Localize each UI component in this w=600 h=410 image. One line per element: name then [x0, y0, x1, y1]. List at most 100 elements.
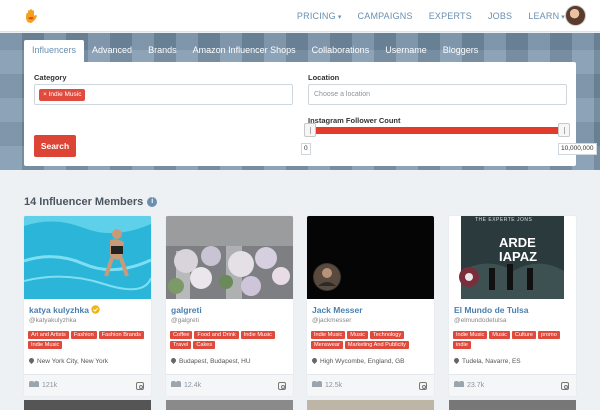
tab-collaborations[interactable]: Collaborations	[304, 40, 378, 62]
results-title: 14 Influencer Members i	[24, 196, 158, 208]
instagram-icon[interactable]	[561, 382, 569, 390]
influencer-handle: @jackmesser	[312, 317, 352, 324]
avatar[interactable]	[565, 5, 586, 26]
tab-bloggers[interactable]: Bloggers	[435, 40, 487, 62]
follower-count: 23.7k	[454, 381, 484, 389]
map-pin-icon	[169, 356, 178, 365]
follower-min-value[interactable]: 0	[301, 143, 311, 155]
tag[interactable]: Art and Artists	[28, 331, 69, 339]
influencer-card[interactable]: Jack Messer @jackmesser Indie Music Musi…	[307, 216, 434, 396]
tag[interactable]: promo	[537, 331, 560, 339]
follower-slider-max-handle[interactable]	[558, 123, 570, 137]
nav-links: PRICING ▾ CAMPAIGNS EXPERTS JOBS LEARN ▾	[281, 0, 565, 32]
tag-list: Indie Music Music Culture promo indie	[453, 331, 573, 351]
profile-photo: THE EXPERTE JONS ARDE IAPAZ	[449, 216, 576, 299]
users-icon	[312, 381, 322, 387]
location: High Wycombe, England, GB	[310, 356, 404, 365]
follower-slider-min-handle[interactable]	[304, 123, 316, 137]
nav-experts[interactable]: EXPERTS	[429, 11, 472, 21]
nav-pricing[interactable]: PRICING ▾	[297, 11, 342, 21]
next-card-preview	[307, 400, 434, 410]
next-card-preview	[24, 400, 151, 410]
follower-slider-track[interactable]	[310, 127, 558, 134]
tab-amazon-influencer-shops[interactable]: Amazon Influencer Shops	[185, 40, 304, 62]
tag[interactable]: Indie Music	[453, 331, 488, 339]
category-label: Category	[34, 73, 67, 82]
tag[interactable]: Fashion Brands	[98, 331, 144, 339]
tab-influencers[interactable]: Influencers	[24, 40, 85, 62]
tag[interactable]: Marketing And Publicity	[344, 341, 409, 349]
category-chip[interactable]: × Indie Music	[39, 89, 86, 101]
card-footer: 12.4k	[166, 374, 293, 396]
location: Tudela, Navarre, ES	[452, 356, 521, 365]
nav-jobs[interactable]: JOBS	[488, 11, 512, 21]
map-pin-icon	[310, 356, 319, 365]
next-card-preview	[449, 400, 576, 410]
tag[interactable]: Travel	[170, 341, 192, 349]
users-icon	[171, 381, 181, 387]
tag[interactable]: Indie Music	[28, 341, 63, 349]
verified-badge-icon	[91, 305, 101, 314]
profile-photo	[166, 216, 293, 299]
map-pin-icon	[27, 356, 36, 365]
influencer-handle: @galgreti	[171, 317, 199, 324]
instagram-icon[interactable]	[278, 382, 286, 390]
tag[interactable]: Cakes	[193, 341, 216, 349]
nav-campaigns[interactable]: CAMPAIGNS	[358, 11, 413, 21]
location: Budapest, Budapest, HU	[169, 356, 251, 365]
card-footer: 23.7k	[449, 374, 576, 396]
search-button[interactable]: Search	[34, 135, 76, 157]
top-navbar: PRICING ▾ CAMPAIGNS EXPERTS JOBS LEARN ▾	[0, 0, 600, 32]
category-input[interactable]: × Indie Music	[34, 84, 293, 105]
tag[interactable]: Music	[489, 331, 510, 339]
users-icon	[29, 381, 39, 387]
card-footer: 12.5k	[307, 374, 434, 396]
next-card-preview	[166, 400, 293, 410]
tag[interactable]: Indie Music	[240, 331, 275, 339]
influencer-card[interactable]: katya kulyzhka @katyakulyzhka Art and Ar…	[24, 216, 151, 396]
follower-max-value[interactable]: 10,000,000	[558, 143, 597, 155]
influencer-name[interactable]: El Mundo de Tulsa	[454, 305, 528, 315]
map-pin-icon	[452, 356, 461, 365]
tag-list: Art and Artists Fashion Fashion Brands I…	[28, 331, 148, 351]
tag[interactable]: Fashion	[70, 331, 97, 339]
influencer-card[interactable]: THE EXPERTE JONS ARDE IAPAZ El Mundo de …	[449, 216, 576, 396]
info-icon[interactable]: i	[147, 197, 158, 207]
influencer-name[interactable]: galgreti	[171, 305, 202, 315]
tab-brands[interactable]: Brands	[140, 40, 185, 62]
album-title-line1: ARDE	[499, 235, 536, 250]
profile-photo	[307, 216, 434, 299]
influencer-name[interactable]: katya kulyzhka	[29, 305, 101, 315]
results-count-label: 14 Influencer Members	[24, 196, 144, 208]
tag[interactable]: Food and Drink	[194, 331, 239, 339]
tag[interactable]: Music	[347, 331, 368, 339]
follower-count: 12.4k	[171, 381, 201, 389]
follower-count-label: Instagram Follower Count	[308, 116, 401, 125]
profile-photo	[24, 216, 151, 299]
influencer-handle: @elmundodetulsa	[454, 317, 507, 324]
tag[interactable]: Menswear	[311, 341, 343, 349]
instagram-icon[interactable]	[136, 382, 144, 390]
tab-advanced[interactable]: Advanced	[84, 40, 140, 62]
album-band-name: THE EXPERTE JONS	[475, 217, 533, 223]
tag[interactable]: Indie Music	[311, 331, 346, 339]
instagram-icon[interactable]	[419, 382, 427, 390]
tab-username[interactable]: Username	[377, 40, 435, 62]
hand-icon[interactable]	[24, 8, 38, 24]
location: New York City, New York	[27, 356, 108, 365]
album-title-line2: IAPAZ	[499, 249, 538, 264]
location-placeholder: Choose a location	[314, 91, 371, 98]
chevron-down-icon: ▾	[337, 14, 342, 21]
tag[interactable]: indie	[453, 341, 471, 349]
users-icon	[454, 381, 464, 387]
location-input[interactable]: Choose a location	[308, 84, 567, 105]
influencer-handle: @katyakulyzhka	[29, 317, 77, 324]
tag[interactable]: Coffee	[170, 331, 193, 339]
tag-list: Coffee Food and Drink Indie Music Travel…	[170, 331, 290, 351]
tag[interactable]: Technology	[369, 331, 405, 339]
search-tabs: Influencers Advanced Brands Amazon Influ…	[24, 40, 486, 62]
tag[interactable]: Culture	[511, 331, 536, 339]
influencer-card[interactable]: galgreti @galgreti Coffee Food and Drink…	[166, 216, 293, 396]
nav-learn[interactable]: LEARN ▾	[528, 11, 565, 21]
influencer-name[interactable]: Jack Messer	[312, 305, 363, 315]
